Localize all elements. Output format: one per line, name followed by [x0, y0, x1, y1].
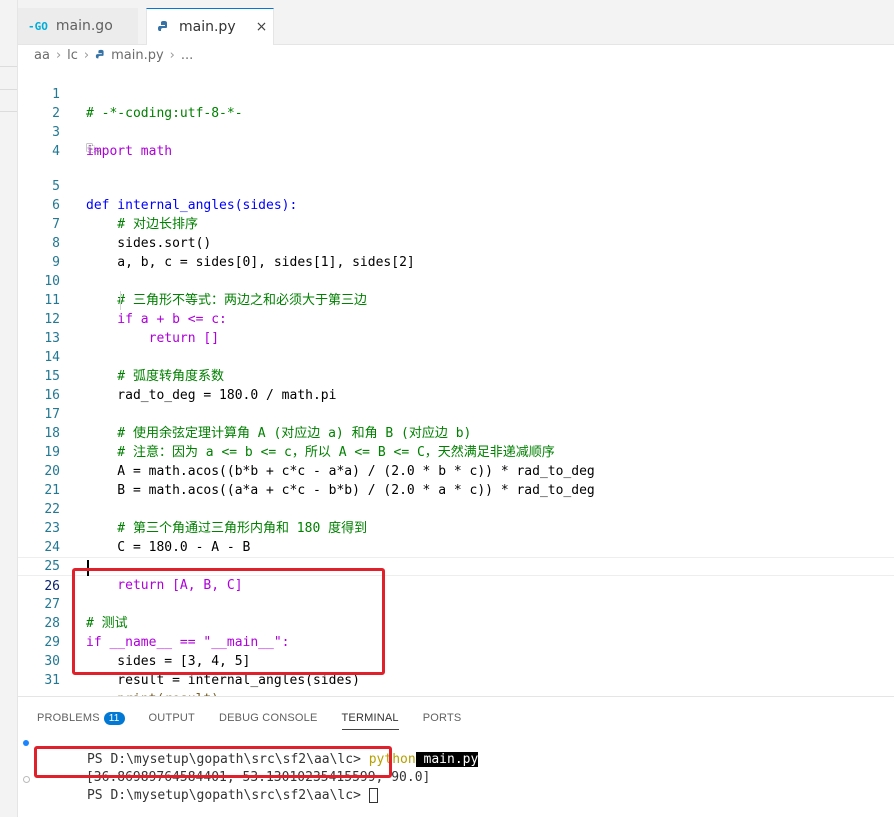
breadcrumb: aa › lc › main.py › ...	[18, 45, 894, 65]
tab-ports[interactable]: PORTS	[423, 707, 462, 729]
tab-label: PROBLEMS	[37, 712, 100, 724]
chevron-right-icon: ›	[55, 47, 62, 63]
code-line: 25 return [A, B, C]	[18, 538, 894, 593]
code-line: 23 C = 180.0 - A - B	[18, 500, 894, 555]
panel-tabs: PROBLEMS 11 OUTPUT DEBUG CONSOLE TERMINA…	[37, 707, 461, 730]
code-line: 18 # 注意：因为 a <= b <= c，所以 A <= B <= C，天然…	[18, 405, 894, 460]
code-line: 9	[18, 234, 894, 270]
command-status-icon	[23, 740, 29, 746]
tab-problems[interactable]: PROBLEMS 11	[37, 707, 125, 729]
code-line: 2	[18, 85, 894, 121]
strip-divider	[0, 111, 17, 112]
code-line: 10 # 三角形不等式：两边之和必须大于第三边	[18, 253, 894, 308]
tab-label: PORTS	[422, 712, 462, 724]
code-line: 7 sides.sort()	[18, 196, 894, 251]
python-file-icon	[157, 20, 171, 34]
code-line: 4	[18, 123, 894, 159]
code-line: 8 a, b, c = sides[0], sides[1], sides[2]	[18, 215, 894, 270]
line-number: 31	[44, 673, 60, 688]
highlight-box-output	[34, 746, 392, 778]
strip-divider	[0, 66, 17, 67]
code-line: 15 rad_to_deg = 180.0 / math.pi	[18, 348, 894, 403]
codelens-icon[interactable]: ⎘⌄	[86, 142, 101, 156]
code-line: 21	[18, 462, 894, 498]
tab-output[interactable]: OUTPUT	[149, 707, 195, 729]
tab-terminal[interactable]: TERMINAL	[341, 707, 399, 730]
tab-main-go[interactable]: -GO main.go	[18, 8, 138, 44]
python-file-icon	[95, 49, 104, 59]
code-line: 20 B = math.acos((a*a + c*c - b*b) / (2.…	[18, 443, 894, 498]
code-line: 12 return []	[18, 291, 894, 346]
chevron-right-icon: ›	[169, 47, 175, 63]
code-line: 1 # -*-coding:utf-8-*-	[18, 66, 894, 121]
tab-debug-console[interactable]: DEBUG CONSOLE	[219, 707, 318, 729]
close-icon[interactable]: ×	[256, 19, 268, 35]
tab-label: OUTPUT	[148, 712, 195, 724]
command-status-icon	[23, 776, 30, 783]
code-line: 5 def internal_angles(sides):	[18, 158, 894, 213]
breadcrumb-item[interactable]: aa	[34, 48, 50, 63]
activity-strip	[0, 0, 18, 817]
code-line: 6 # 对边长排序	[18, 177, 894, 232]
highlight-box-code	[72, 568, 385, 675]
code-line: 13	[18, 310, 894, 346]
breadcrumb-item[interactable]: lc	[67, 48, 78, 63]
tab-main-py[interactable]: main.py ×	[146, 8, 274, 45]
tab-label: main.py	[179, 19, 236, 35]
code-line: 22 # 第三个角通过三角形内角和 180 度得到	[18, 481, 894, 536]
editor-tab-bar: -GO main.go main.py ×	[18, 0, 894, 45]
tab-label: DEBUG CONSOLE	[218, 712, 318, 724]
code-line: 24	[18, 519, 894, 555]
problems-count-badge: 11	[103, 711, 125, 725]
tab-label: main.go	[55, 18, 113, 34]
terminal-prompt: PS D:\mysetup\gopath\src\sf2\aa\lc>	[86, 788, 369, 803]
chevron-right-icon: ›	[83, 47, 90, 63]
breadcrumb-item[interactable]: ...	[181, 48, 193, 63]
go-file-icon: -GO	[28, 19, 48, 33]
code-line: 14 # 弧度转角度系数	[18, 329, 894, 384]
code-line: 11 if a + b <= c:	[18, 272, 894, 327]
breadcrumb-label: main.py	[111, 47, 164, 63]
strip-divider	[0, 89, 17, 90]
breadcrumb-item-file[interactable]: main.py	[95, 48, 164, 63]
terminal-cursor	[368, 788, 378, 803]
code-line: 16	[18, 367, 894, 403]
code-line: 3 import math	[18, 104, 894, 159]
tab-label: TERMINAL	[341, 712, 399, 724]
code-line: 17 # 使用余弦定理计算角 A (对应边 a) 和角 B (对应边 b)	[18, 386, 894, 441]
code-line: 19 A = math.acos((b*b + c*c - a*a) / (2.…	[18, 424, 894, 479]
